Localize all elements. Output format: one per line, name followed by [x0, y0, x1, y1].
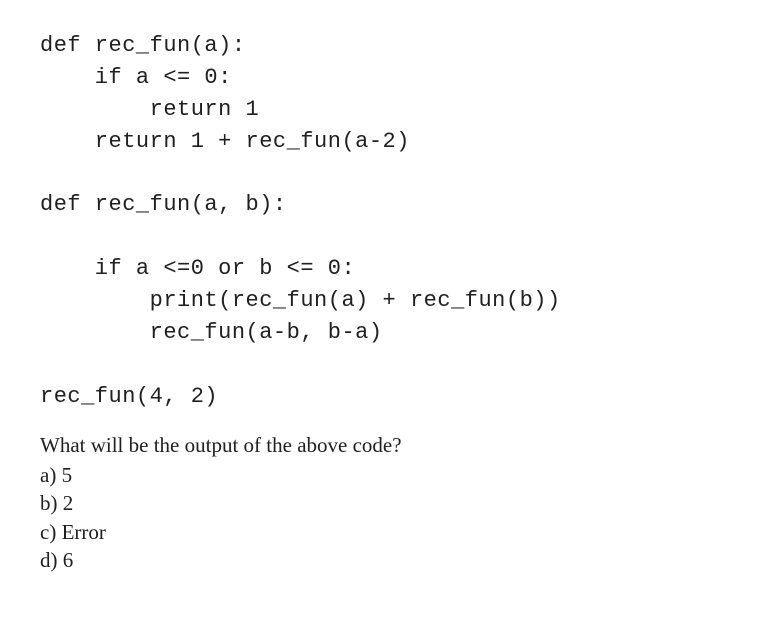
option-d: d) 6: [40, 546, 743, 574]
option-b: b) 2: [40, 489, 743, 517]
code-line: return 1: [40, 97, 259, 122]
code-line: def rec_fun(a):: [40, 33, 246, 58]
code-line: def rec_fun(a, b):: [40, 192, 287, 217]
question-text: What will be the output of the above cod…: [40, 431, 743, 459]
code-line: print(rec_fun(a) + rec_fun(b)): [40, 288, 561, 313]
code-line: rec_fun(4, 2): [40, 384, 218, 409]
code-line: rec_fun(a-b, b-a): [40, 320, 383, 345]
option-a: a) 5: [40, 461, 743, 489]
question-block: What will be the output of the above cod…: [40, 431, 743, 575]
code-line: if a <= 0:: [40, 65, 232, 90]
code-line: return 1 + rec_fun(a-2): [40, 129, 410, 154]
code-line: if a <=0 or b <= 0:: [40, 256, 355, 281]
option-c: c) Error: [40, 518, 743, 546]
code-block: def rec_fun(a): if a <= 0: return 1 retu…: [40, 30, 743, 413]
